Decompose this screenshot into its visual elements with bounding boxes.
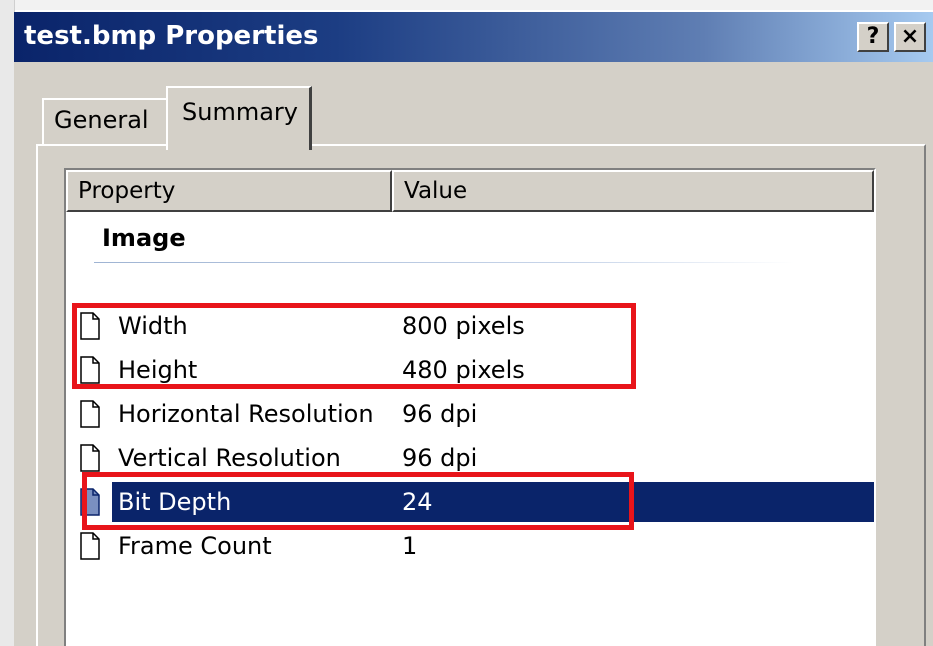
close-button[interactable]: × — [894, 22, 926, 52]
tab-summary[interactable]: Summary — [166, 86, 312, 150]
properties-list[interactable]: Property Value Image Width 800 pixels He… — [64, 168, 876, 646]
column-header-property[interactable]: Property — [66, 170, 392, 212]
column-header-value[interactable]: Value — [392, 170, 874, 212]
property-value: 96 dpi — [402, 444, 478, 472]
tab-general[interactable]: General — [42, 98, 168, 146]
title-bar[interactable]: test.bmp Properties ? × — [14, 12, 933, 62]
document-icon — [80, 532, 100, 560]
help-button[interactable]: ? — [857, 22, 889, 52]
property-value: 96 dpi — [402, 400, 478, 428]
document-icon — [80, 444, 100, 472]
property-name: Vertical Resolution — [118, 444, 341, 472]
property-name: Horizontal Resolution — [118, 400, 374, 428]
highlight-box-dimensions — [72, 303, 636, 389]
property-value: 1 — [402, 532, 418, 560]
window-title: test.bmp Properties — [24, 21, 319, 51]
group-heading: Image — [102, 224, 186, 252]
screen: test.bmp Properties ? × General Summary … — [0, 0, 933, 646]
background-window-strip — [0, 0, 15, 646]
group-divider — [94, 262, 794, 263]
highlight-box-bit-depth — [82, 472, 634, 530]
list-row-frame-count[interactable]: Frame Count 1 — [66, 526, 874, 568]
document-icon — [80, 400, 100, 428]
property-name: Frame Count — [118, 532, 272, 560]
list-row-horizontal-resolution[interactable]: Horizontal Resolution 96 dpi — [66, 394, 874, 436]
background-window-edge — [0, 0, 933, 10]
